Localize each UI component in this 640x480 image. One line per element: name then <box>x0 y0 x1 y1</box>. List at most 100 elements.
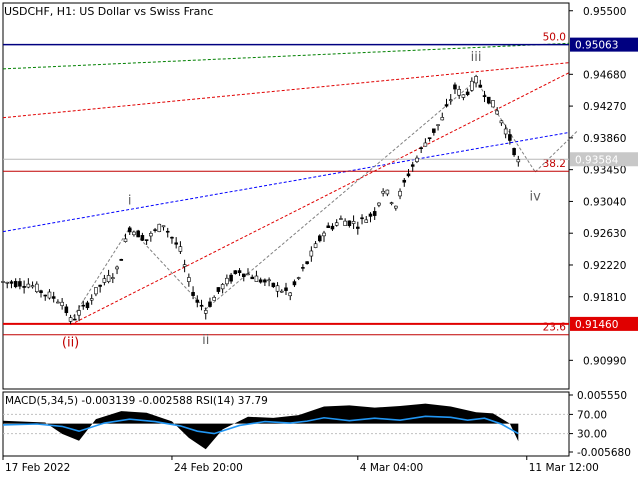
candle-body <box>51 296 56 299</box>
candle-body <box>229 274 233 282</box>
fib-level-label: 38.2 <box>543 158 566 170</box>
candle-body <box>237 270 242 274</box>
candle-body <box>191 291 195 296</box>
candle-body <box>347 220 352 226</box>
candle-body <box>216 287 221 292</box>
candle-body <box>174 242 178 245</box>
candle-body <box>94 287 98 295</box>
candle-body <box>279 290 284 293</box>
candle-body <box>123 238 128 242</box>
candle-body <box>330 225 335 230</box>
candle-body <box>339 218 343 220</box>
price-tick-label: 0.95500 <box>583 6 626 18</box>
candle-body <box>73 318 77 321</box>
price-tick-label: 0.91810 <box>583 292 626 304</box>
price-tag-label: 0.91460 <box>575 319 618 331</box>
candle-body <box>102 278 107 283</box>
candle-body <box>326 225 331 228</box>
candle-body <box>267 279 271 282</box>
candle-body <box>203 310 208 314</box>
candle-body <box>199 304 204 307</box>
candle-body <box>461 94 466 98</box>
candle-body <box>385 189 390 195</box>
candle-body <box>60 301 64 306</box>
candle-body <box>503 128 508 135</box>
candle-body <box>448 99 453 101</box>
candle-body <box>465 91 470 95</box>
macd-histogram <box>3 403 519 450</box>
candle-body <box>132 231 136 236</box>
candle-body <box>136 230 140 238</box>
main-price-grid <box>2 2 570 390</box>
candle-body <box>478 84 483 88</box>
trend-line-red-lower <box>2 62 570 119</box>
candle-body <box>309 250 314 257</box>
candle-body <box>351 221 356 224</box>
price-tick-label: 0.94270 <box>583 101 626 113</box>
candle-body <box>64 306 69 314</box>
fib-level-label: 50.0 <box>543 32 566 44</box>
candle-body <box>26 283 31 288</box>
indicator-tick-label: 0.005550 <box>577 390 627 402</box>
time-tick-label: 4 Mar 04:00 <box>360 462 423 474</box>
candle-body <box>394 205 398 209</box>
price-tick-label: 0.93040 <box>583 196 626 208</box>
candle-body <box>47 291 52 299</box>
indicator-pane: MACD(5,34,5) -0.003139 -0.002588 RSI(14)… <box>2 390 631 459</box>
price-pane-frame <box>2 2 570 390</box>
candle-body <box>356 226 360 229</box>
wave-label: i <box>128 194 132 209</box>
price-tick-label: 0.92220 <box>583 260 626 272</box>
candle-body <box>89 298 94 301</box>
time-tick-label: 11 Mar 12:00 <box>529 462 599 474</box>
candle-body <box>85 302 90 309</box>
instrument-description: US Dollar vs Swiss Franc <box>79 5 213 18</box>
candle-body <box>334 222 339 226</box>
candle-body <box>368 213 373 217</box>
timeframe-label: H1: <box>57 5 76 18</box>
candle-body <box>288 292 293 297</box>
candle-body <box>453 84 457 90</box>
candle-body <box>508 134 512 141</box>
candle-body <box>292 281 297 286</box>
candle-body <box>398 190 402 197</box>
candle-body <box>275 285 280 292</box>
candle-body <box>499 120 504 124</box>
candle-body <box>13 281 18 288</box>
candle-body <box>457 89 461 96</box>
price-tick-label: 0.93450 <box>583 165 626 177</box>
candle-body <box>301 267 305 269</box>
price-tick-label: 0.92630 <box>583 228 626 240</box>
candle-body <box>30 285 35 288</box>
trend-lines <box>2 42 578 326</box>
candle-body <box>313 243 318 248</box>
time-tick-label: 17 Feb 2022 <box>5 462 70 474</box>
candle-body <box>212 296 216 301</box>
candle-body <box>182 264 187 267</box>
candle-body <box>419 147 423 149</box>
candlestick-series <box>1 74 521 325</box>
price-tag-label: 0.95063 <box>575 40 618 52</box>
candle-body <box>296 277 301 279</box>
wave-label: (ii) <box>62 335 79 350</box>
trend-line-red-upper <box>70 72 570 326</box>
candle-body <box>271 282 276 288</box>
candle-body <box>157 223 162 233</box>
trend-line-green <box>2 42 570 70</box>
candle-body <box>233 270 238 274</box>
candle-body <box>284 287 288 291</box>
candle-body <box>427 137 432 140</box>
candle-body <box>495 110 499 115</box>
candle-body <box>56 301 60 304</box>
candle-body <box>18 281 22 287</box>
price-axis: 0.95500 0.94680 0.94270 0.93860 0.93450 0.930… <box>569 6 638 367</box>
candle-body <box>106 275 111 282</box>
candle-body <box>140 235 145 241</box>
candle-body <box>470 80 474 91</box>
wave-label: ii <box>202 333 209 348</box>
candle-body <box>305 261 309 265</box>
candle-body <box>444 104 449 107</box>
candle-body <box>35 283 39 292</box>
candle-body <box>1 281 5 283</box>
candle-body <box>482 95 487 97</box>
